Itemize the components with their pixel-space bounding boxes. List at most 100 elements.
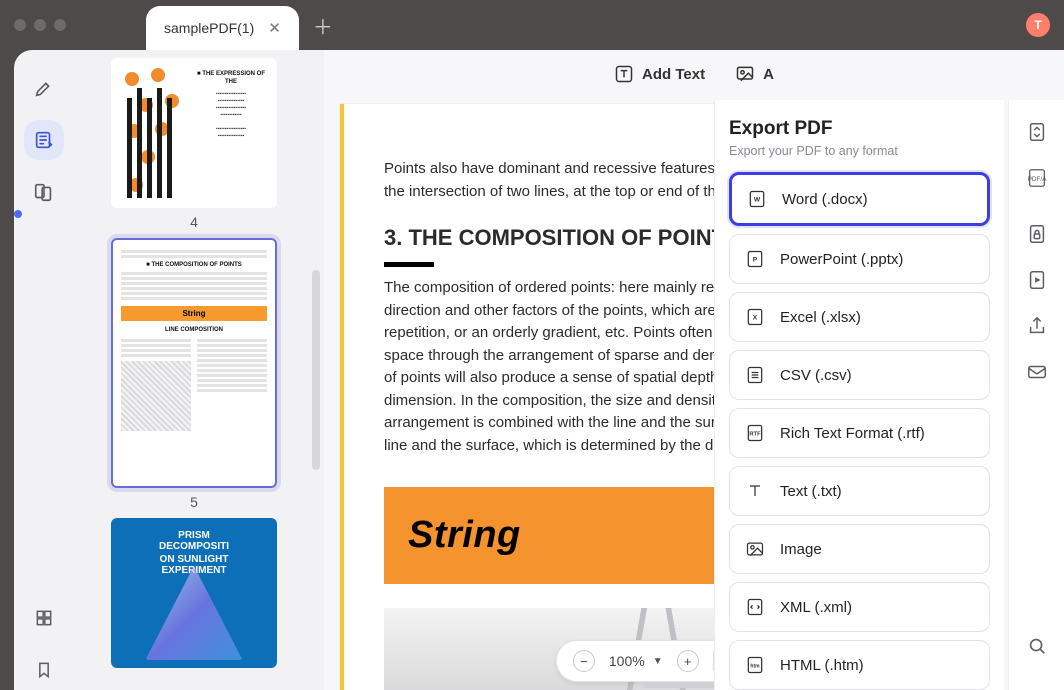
bookmark-icon: [34, 660, 54, 680]
export-subtitle: Export your PDF to any format: [729, 144, 990, 158]
traffic-min[interactable]: [34, 19, 46, 31]
thumbnail-number: 4: [82, 214, 306, 230]
export-panel: Export PDF Export your PDF to any format…: [714, 100, 1004, 690]
export-format-txt[interactable]: Text (.txt): [729, 466, 990, 516]
svg-text:P: P: [753, 257, 758, 264]
export-format-label: XML (.xml): [780, 599, 852, 616]
mail-button[interactable]: [1023, 358, 1051, 386]
annotate-icon: [33, 129, 55, 151]
compare-tool[interactable]: [24, 172, 64, 212]
window-controls: [14, 19, 66, 31]
export-format-label: Text (.txt): [780, 483, 842, 500]
mail-icon: [1026, 361, 1048, 383]
pdfa-icon: PDF/A: [1026, 167, 1048, 189]
svg-text:PDF/A: PDF/A: [1027, 176, 1047, 183]
traffic-close[interactable]: [14, 19, 26, 31]
annotate-tool[interactable]: [24, 120, 64, 160]
thumbnails-scrollbar[interactable]: [312, 270, 320, 470]
thumbnail-page-6[interactable]: PRISM DECOMPOSITI ON SUNLIGHT EXPERIMENT: [82, 518, 306, 668]
heading-rule: [384, 262, 434, 267]
zoom-menu-caret[interactable]: ▼: [653, 656, 663, 667]
csv-icon: [744, 364, 766, 386]
export-format-label: Excel (.xlsx): [780, 309, 861, 326]
ppt-icon: P: [744, 248, 766, 270]
right-tool-rail: PDF/A: [1008, 100, 1064, 690]
thumbnail-preview: ■ THE COMPOSITION OF POINTS String LINE …: [111, 238, 277, 488]
titlebar: samplePDF(1) ✕ ＋ T: [0, 0, 1064, 50]
thumbnail-page-5[interactable]: ■ THE COMPOSITION OF POINTS String LINE …: [82, 238, 306, 510]
export-format-label: HTML (.htm): [780, 657, 864, 674]
rtf-icon: RTF: [744, 422, 766, 444]
add-image-label-stub: A: [763, 66, 774, 83]
lock-icon: [1026, 223, 1048, 245]
thumbnails-toggle-icon: [34, 608, 54, 628]
workspace: ■ THE EXPRESSION OF THE ▪▪▪▪▪▪▪▪▪▪▪▪▪▪▪▪…: [14, 50, 1064, 690]
convert-icon: [1026, 121, 1048, 143]
add-text-button[interactable]: Add Text: [614, 64, 705, 84]
play-icon: [1026, 269, 1048, 291]
protect-button[interactable]: [1023, 220, 1051, 248]
export-format-xml[interactable]: XML (.xml): [729, 582, 990, 632]
word-icon: W: [746, 188, 768, 210]
export-format-xls[interactable]: X Excel (.xlsx): [729, 292, 990, 342]
bookmark-tool[interactable]: [24, 650, 64, 690]
image-icon: [744, 538, 766, 560]
share-icon: [1026, 315, 1048, 337]
image-icon: [735, 64, 755, 84]
svg-text:htm: htm: [750, 664, 760, 670]
search-icon: [1026, 635, 1048, 657]
close-tab-icon[interactable]: ✕: [268, 19, 281, 37]
export-format-label: PowerPoint (.pptx): [780, 251, 903, 268]
thumb-band: String: [121, 306, 267, 321]
thumbnail-panel: ■ THE EXPRESSION OF THE ▪▪▪▪▪▪▪▪▪▪▪▪▪▪▪▪…: [74, 50, 324, 690]
export-title: Export PDF: [729, 118, 990, 140]
zoom-out-button[interactable]: −: [573, 650, 595, 672]
export-format-rtf[interactable]: RTF Rich Text Format (.rtf): [729, 408, 990, 458]
pdfa-button[interactable]: PDF/A: [1023, 164, 1051, 192]
tab-title: samplePDF(1): [164, 20, 254, 36]
thumbnail-number: 5: [82, 494, 306, 510]
export-format-csv[interactable]: CSV (.csv): [729, 350, 990, 400]
highlighter-icon: [33, 77, 55, 99]
text-icon: [614, 64, 634, 84]
thumbnail-preview: PRISM DECOMPOSITI ON SUNLIGHT EXPERIMENT: [111, 518, 277, 668]
export-format-label: Word (.docx): [782, 191, 868, 208]
add-text-label: Add Text: [642, 66, 705, 83]
html-icon: htm: [744, 654, 766, 676]
export-format-label: CSV (.csv): [780, 367, 852, 384]
cover-line: DECOMPOSITI: [159, 541, 229, 552]
avatar[interactable]: T: [1026, 13, 1050, 37]
highlighter-tool[interactable]: [24, 68, 64, 108]
zoom-level[interactable]: 100%: [609, 653, 645, 669]
traffic-max[interactable]: [54, 19, 66, 31]
txt-icon: [744, 480, 766, 502]
svg-text:RTF: RTF: [749, 432, 761, 438]
slideshow-button[interactable]: [1023, 266, 1051, 294]
export-format-ppt[interactable]: P PowerPoint (.pptx): [729, 234, 990, 284]
export-format-image[interactable]: Image: [729, 524, 990, 574]
share-button[interactable]: [1023, 312, 1051, 340]
export-format-word[interactable]: W Word (.docx): [729, 172, 990, 226]
xml-icon: [744, 596, 766, 618]
left-tool-strip: [14, 50, 74, 690]
svg-text:X: X: [753, 315, 758, 322]
indicator-dot: [14, 210, 22, 218]
search-button[interactable]: [1023, 632, 1051, 660]
document-tab[interactable]: samplePDF(1) ✕: [146, 6, 299, 50]
new-tab-button[interactable]: ＋: [313, 11, 333, 40]
thumbnails-toggle[interactable]: [24, 598, 64, 638]
thumbnail-preview: ■ THE EXPRESSION OF THE ▪▪▪▪▪▪▪▪▪▪▪▪▪▪▪▪…: [111, 58, 277, 208]
xls-icon: X: [744, 306, 766, 328]
cover-line: ON SUNLIGHT: [160, 554, 229, 565]
export-format-html[interactable]: htm HTML (.htm): [729, 640, 990, 690]
thumbnail-page-4[interactable]: ■ THE EXPRESSION OF THE ▪▪▪▪▪▪▪▪▪▪▪▪▪▪▪▪…: [82, 58, 306, 230]
compare-icon: [33, 181, 55, 203]
cover-line: PRISM: [178, 530, 210, 541]
convert-button[interactable]: [1023, 118, 1051, 146]
page-toolbar: Add Text A: [324, 64, 1064, 84]
add-image-button[interactable]: A: [735, 64, 774, 84]
export-format-label: Rich Text Format (.rtf): [780, 425, 925, 442]
avatar-letter: T: [1034, 18, 1041, 32]
zoom-in-button[interactable]: +: [677, 650, 699, 672]
export-format-label: Image: [780, 541, 822, 558]
